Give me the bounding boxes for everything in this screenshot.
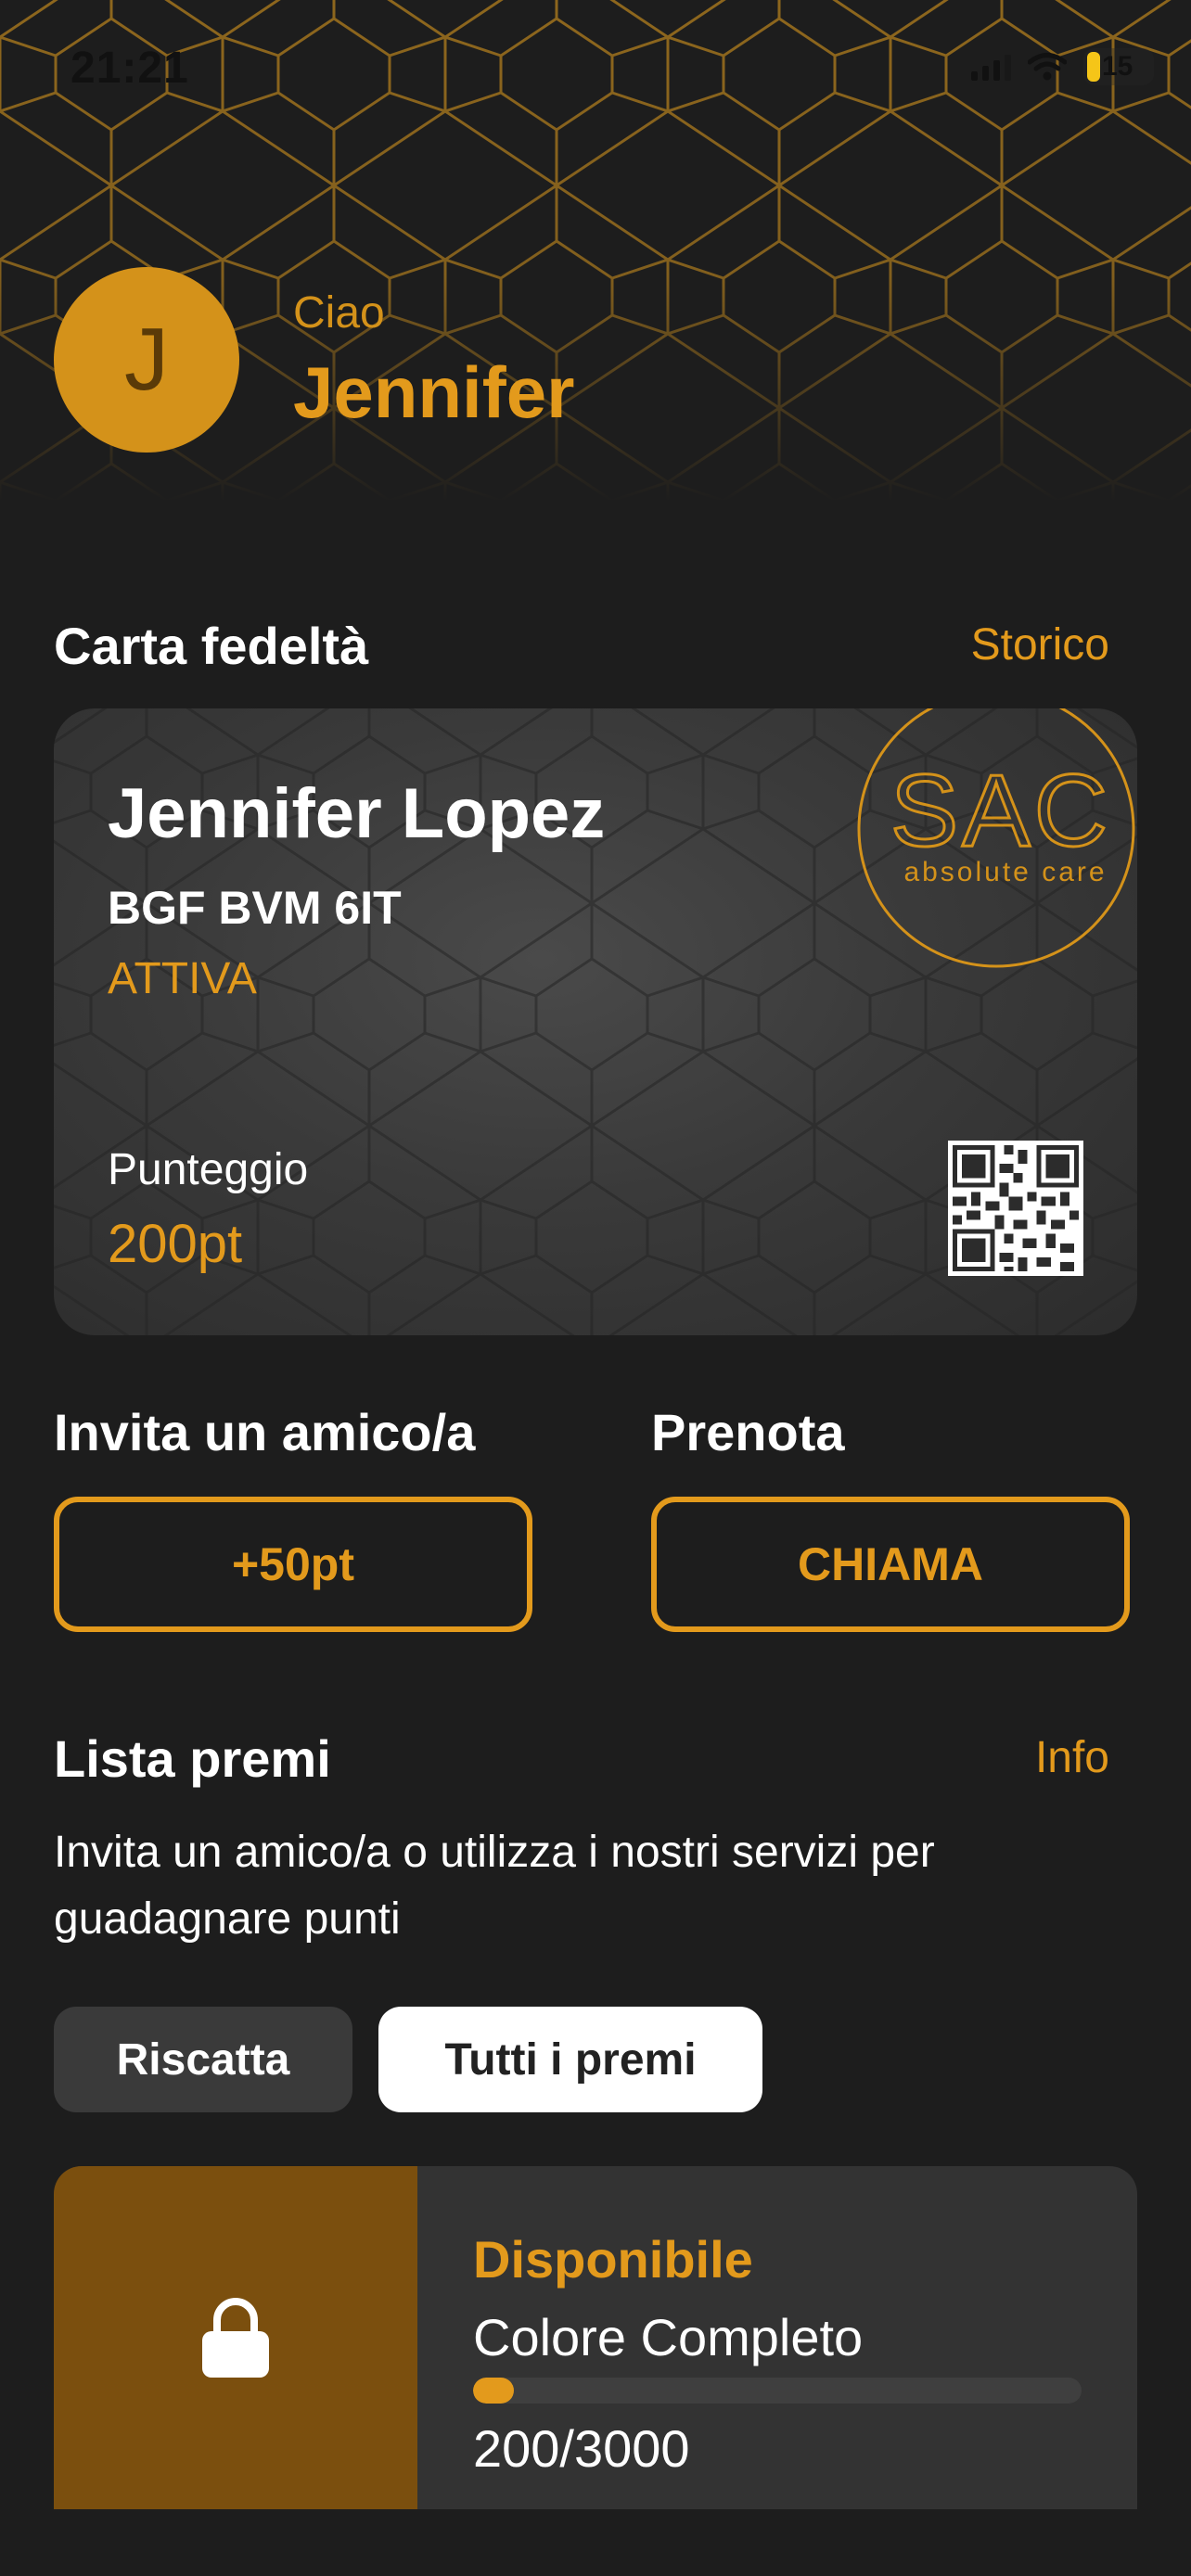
reward-card[interactable]: Disponibile Colore Completo 200/3000 (54, 2166, 1137, 2509)
qr-code-icon[interactable] (948, 1141, 1083, 1276)
reward-score: 200/3000 (473, 2419, 690, 2478)
status-time: 21:21 (70, 44, 189, 93)
history-link[interactable]: Storico (971, 619, 1109, 670)
invite-friend-button[interactable]: +50pt (54, 1497, 532, 1632)
wifi-icon (1028, 53, 1067, 81)
book-title: Prenota (651, 1403, 845, 1461)
reward-status: Disponibile (473, 2230, 753, 2289)
reward-lock-pane (54, 2166, 417, 2509)
avatar[interactable]: J (54, 267, 239, 453)
app-screen: 21:21 15 J Ciao Jennifer Carta fedeltà S… (0, 0, 1191, 2576)
card-status: ATTIVA (108, 954, 257, 1003)
greeting-hello: Ciao (293, 288, 385, 338)
invite-title: Invita un amico/a (54, 1403, 476, 1461)
loyalty-title: Carta fedeltà (54, 617, 369, 675)
rewards-description: Invita un amico/a o utilizza i nostri se… (54, 1828, 935, 1944)
tab-tutti-i-premi[interactable]: Tutti i premi (378, 2007, 762, 2112)
loyalty-card[interactable]: Jennifer Lopez BGF BVM 6IT ATTIVA Punteg… (54, 708, 1137, 1335)
user-name: Jennifer (293, 351, 575, 433)
tab-riscatta[interactable]: Riscatta (54, 2007, 352, 2112)
points-value: 200pt (108, 1214, 243, 1274)
card-holder-name: Jennifer Lopez (108, 774, 606, 853)
battery-level: 15 (1102, 51, 1133, 82)
reward-name: Colore Completo (473, 2308, 864, 2366)
rewards-title: Lista premi (54, 1729, 331, 1788)
lock-icon (202, 2298, 269, 2378)
svg-text:absolute care: absolute care (903, 857, 1107, 887)
signal-icon (971, 53, 1011, 81)
status-icons: 15 (971, 48, 1154, 85)
reward-progress-fill (473, 2378, 514, 2404)
sac-logo: SAC absolute care (857, 708, 1135, 968)
battery-icon: 15 (1083, 48, 1154, 85)
call-button[interactable]: CHIAMA (651, 1497, 1130, 1632)
svg-text:SAC: SAC (890, 754, 1111, 868)
reward-progress-bar (473, 2378, 1082, 2404)
card-code: BGF BVM 6IT (108, 882, 402, 934)
info-link[interactable]: Info (1035, 1732, 1109, 1783)
points-label: Punteggio (108, 1145, 309, 1194)
